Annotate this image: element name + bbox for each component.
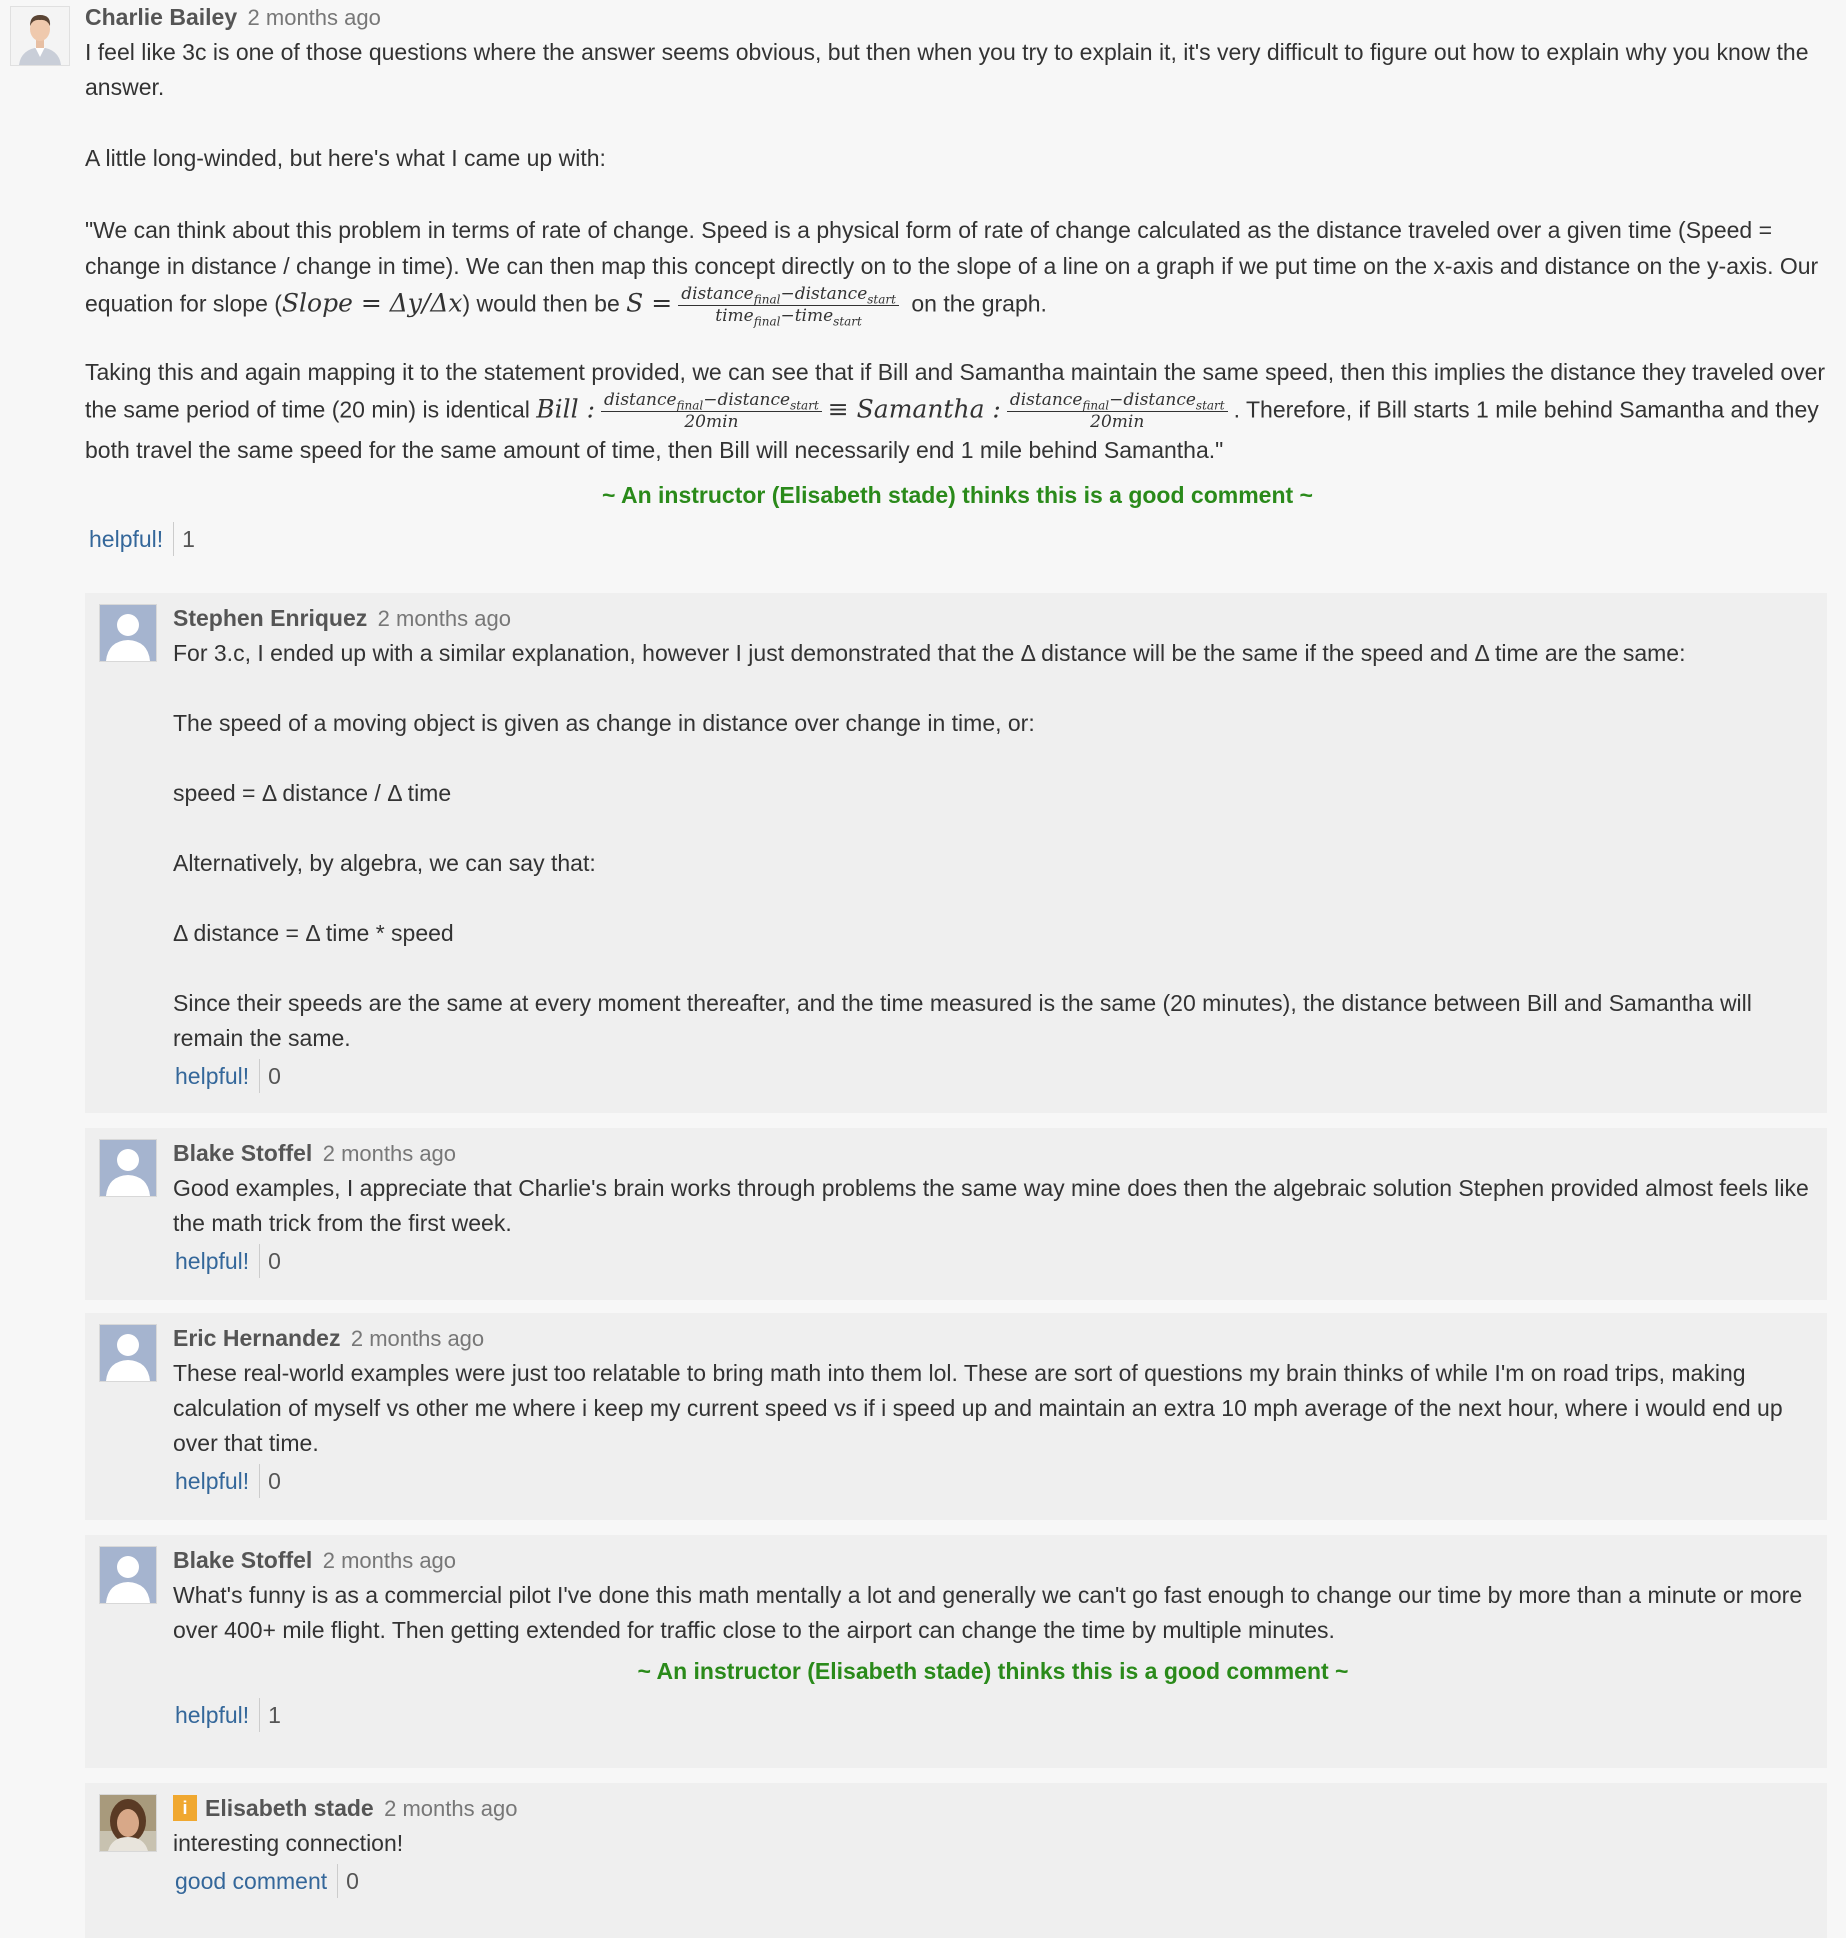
comment-time: 2 months ago (384, 1796, 518, 1821)
main-comment: Charlie Bailey 2 months ago I feel like … (85, 0, 1830, 559)
helpful-count: 1 (268, 1701, 281, 1728)
comment-paragraph: A little long-winded, but here's what I … (85, 145, 606, 171)
helpful-button[interactable]: helpful! (171, 1698, 261, 1732)
comment-time: 2 months ago (322, 1548, 457, 1573)
comment-time: 2 months ago (350, 1326, 485, 1351)
comment-author[interactable]: Elisabeth stade (205, 1795, 374, 1821)
comment-author[interactable]: Blake Stoffel (173, 1140, 312, 1166)
comment-paragraph: speed = Δ distance / Δ time (173, 780, 452, 806)
avatar-elisabeth-stade[interactable] (99, 1794, 157, 1852)
comment-paragraph: Good examples, I appreciate that Charlie… (173, 1175, 1809, 1236)
fraction-distance-over-time: distancefinal−distancestart timefinal−tim… (678, 284, 899, 327)
default-avatar-icon[interactable] (99, 1546, 157, 1604)
comment-paragraph: Δ distance = Δ time * speed (173, 920, 454, 946)
reply-comment: Blake Stoffel 2 months ago Good examples… (85, 1128, 1827, 1300)
slope-formula: Slope = Δy/Δx (281, 288, 463, 318)
samantha-label: ≡ Samantha : (827, 394, 1001, 424)
comment-paragraph: For 3.c, I ended up with a similar expla… (173, 640, 1686, 666)
comment-paragraph: I feel like 3c is one of those questions… (85, 39, 1809, 100)
comment-author[interactable]: Stephen Enriquez (173, 605, 367, 631)
helpful-row: good comment 0 (171, 1861, 1813, 1901)
helpful-button[interactable]: helpful! (171, 1059, 261, 1093)
instructor-badge-icon: i (173, 1795, 197, 1821)
reply-comment: Blake Stoffel 2 months ago What's funny … (85, 1535, 1827, 1768)
comment-author[interactable]: Blake Stoffel (173, 1547, 312, 1573)
fraction-samantha: distancefinal−distancestart 20min (1006, 390, 1228, 433)
comment-paragraph: Alternatively, by algebra, we can say th… (173, 850, 596, 876)
comment-time: 2 months ago (247, 5, 381, 30)
comment-paragraph: Since their speeds are the same at every… (173, 990, 1752, 1051)
good-comment-note: ~ An instructor (Elisabeth stade) thinks… (637, 1658, 1349, 1684)
good-comment-button[interactable]: good comment (171, 1864, 339, 1898)
comment-author[interactable]: Charlie Bailey (85, 4, 237, 30)
comment-paragraph: "We can think about this problem in term… (85, 217, 1819, 329)
helpful-count: 0 (268, 1467, 281, 1494)
s-formula: S = (626, 288, 673, 318)
helpful-button[interactable]: helpful! (171, 1244, 261, 1278)
helpful-count: 1 (182, 525, 195, 552)
comment-paragraph: The speed of a moving object is given as… (173, 710, 1035, 736)
discussion-thread: Charlie Bailey 2 months ago I feel like … (0, 0, 1846, 1938)
default-avatar-icon[interactable] (99, 1324, 157, 1382)
default-avatar-icon[interactable] (99, 1139, 157, 1197)
good-comment-note: ~ An instructor (Elisabeth stade) thinks… (602, 482, 1313, 508)
default-avatar-icon[interactable] (99, 604, 157, 662)
avatar-charlie-bailey[interactable] (10, 6, 70, 66)
helpful-count: 0 (268, 1247, 281, 1274)
helpful-button[interactable]: helpful! (85, 522, 175, 556)
helpful-row: helpful! 1 (171, 1695, 1813, 1735)
reply-comment: i Elisabeth stade 2 months ago interestin… (85, 1783, 1827, 1938)
fraction-bill: distancefinal−distancestart 20min (601, 390, 822, 433)
helpful-row: helpful! 0 (171, 1461, 1813, 1501)
comment-paragraph: Taking this and again mapping it to the … (85, 359, 1826, 463)
comment-time: 2 months ago (377, 606, 511, 631)
helpful-row: helpful! 1 (85, 519, 1830, 559)
comment-author[interactable]: Eric Hernandez (173, 1325, 340, 1351)
comment-time: 2 months ago (322, 1141, 457, 1166)
bill-label: Bill : (536, 394, 595, 424)
comment-paragraph: These real-world examples were just too … (173, 1360, 1783, 1456)
reply-comment: Eric Hernandez 2 months ago These real-w… (85, 1313, 1827, 1520)
helpful-count: 0 (268, 1062, 281, 1089)
comment-paragraph: What's funny is as a commercial pilot I'… (173, 1582, 1803, 1643)
helpful-row: helpful! 0 (171, 1241, 1813, 1281)
comment-paragraph: interesting connection! (173, 1830, 404, 1856)
reply-comment: Stephen Enriquez 2 months ago For 3.c, I… (85, 593, 1827, 1113)
good-comment-count: 0 (346, 1867, 359, 1894)
helpful-button[interactable]: helpful! (171, 1464, 261, 1498)
helpful-row: helpful! 0 (171, 1056, 1813, 1096)
